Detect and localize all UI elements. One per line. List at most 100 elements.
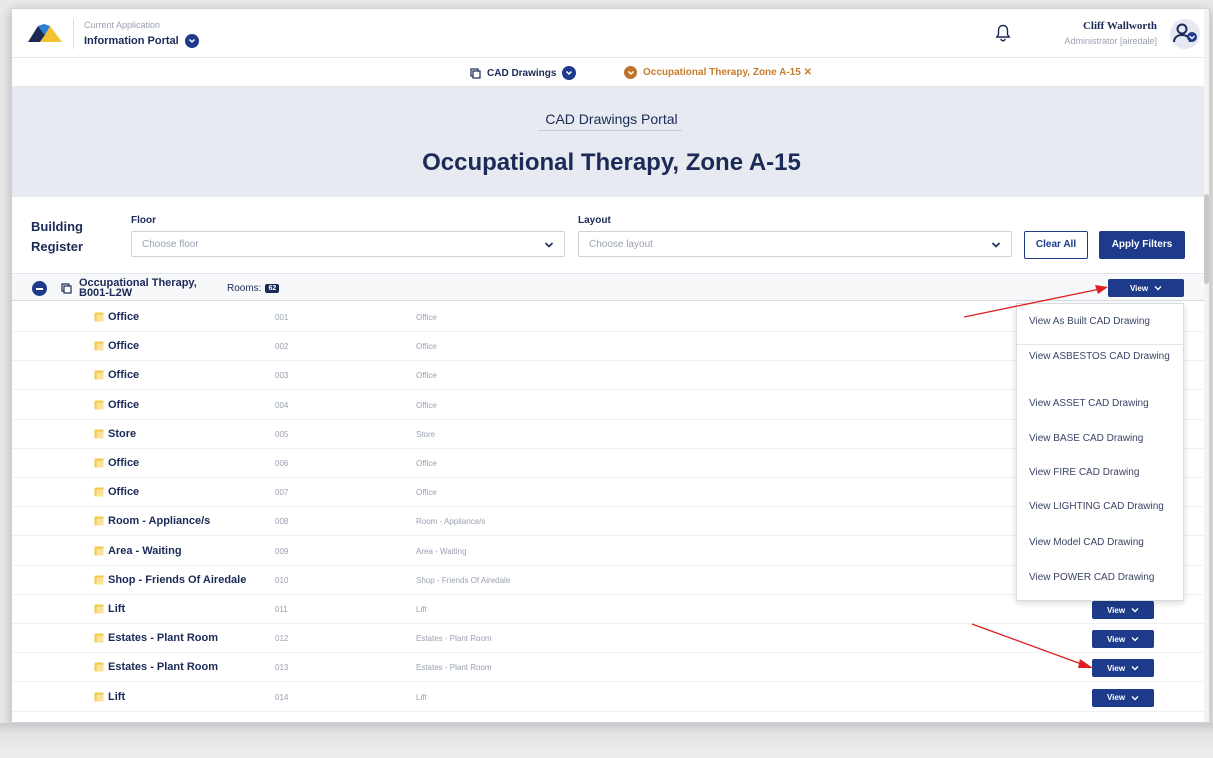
room-number: 013 (275, 663, 289, 673)
rooms-count: Rooms: 62 (227, 283, 280, 294)
room-icon (94, 458, 104, 468)
room-number: 003 (275, 371, 289, 381)
chevron-down-icon (544, 242, 554, 248)
notification-bell-icon[interactable] (995, 24, 1011, 42)
room-description: Estates - Plant Room (416, 634, 492, 644)
building-register-line1: Building (31, 219, 83, 234)
user-role: Administrator [airedale] (1064, 36, 1157, 46)
menu-divider (1017, 344, 1185, 345)
header-divider (73, 19, 74, 49)
menu-item-view-drawing[interactable]: View POWER CAD Drawing (1029, 570, 1179, 585)
vertical-scrollbar[interactable] (1204, 9, 1209, 722)
room-description: Room - Appliance/s (416, 517, 486, 527)
row-view-button[interactable]: View (1092, 659, 1154, 678)
room-description: Estates - Plant Room (416, 663, 492, 673)
room-number: 008 (275, 517, 289, 527)
breadcrumb-cad-drawings[interactable]: CAD Drawings (470, 66, 577, 80)
building-group-name[interactable]: Occupational Therapy, B001-L2W (79, 278, 219, 299)
layout-label: Layout (578, 215, 611, 226)
menu-item-view-drawing[interactable]: View LIGHTING CAD Drawing (1029, 499, 1179, 514)
table-row[interactable]: Lift 014 Lift View (12, 682, 1209, 712)
breadcrumb-current-zone[interactable]: Occupational Therapy, Zone A-15 ✕ (624, 66, 812, 79)
scrollbar-thumb[interactable] (1204, 194, 1209, 284)
breadcrumb-current-zone-label[interactable]: Occupational Therapy, Zone A-15 ✕ (643, 67, 812, 78)
room-icon (94, 312, 104, 322)
room-icon (94, 429, 104, 439)
room-icon (94, 487, 104, 497)
room-icon (94, 633, 104, 643)
row-view-button[interactable]: View (1092, 630, 1154, 649)
row-view-label: View (1106, 605, 1126, 615)
room-number: 004 (275, 400, 289, 410)
apply-filters-button[interactable]: Apply Filters (1099, 231, 1185, 259)
room-icon (94, 575, 104, 585)
menu-item-view-drawing[interactable]: View Model CAD Drawing (1029, 535, 1179, 550)
top-bar: Current Application Information Portal C… (12, 9, 1209, 58)
row-view-button[interactable]: View (1092, 601, 1154, 619)
room-name[interactable]: Shop - Friends Of Airedale (108, 574, 246, 586)
building-register-line2: Register (31, 239, 84, 254)
rooms-count-label: Rooms: (227, 283, 262, 294)
collapse-icon[interactable] (32, 281, 47, 296)
chevron-down-icon[interactable] (624, 66, 637, 79)
room-name[interactable]: Office (108, 399, 139, 411)
room-icon (94, 516, 104, 526)
chevron-down-icon[interactable] (184, 34, 199, 48)
page-title: Occupational Therapy, Zone A-15 (422, 149, 801, 176)
room-icon (94, 370, 104, 380)
row-view-label: View (1106, 663, 1126, 673)
chevron-down-icon (1131, 666, 1139, 671)
room-number: 001 (275, 313, 289, 322)
room-name[interactable]: Office (108, 311, 139, 323)
group-view-button[interactable]: View (1108, 279, 1184, 297)
application-switcher[interactable]: Information Portal (84, 34, 199, 48)
row-view-label: View (1106, 693, 1126, 703)
menu-item-view-drawing[interactable]: View ASSET CAD Drawing (1029, 396, 1179, 411)
layout-select[interactable]: Choose layout (578, 231, 1012, 257)
room-description: Office (416, 313, 437, 322)
breadcrumb: CAD Drawings Occupational Therapy, Zone … (12, 58, 1209, 87)
room-number: 006 (275, 459, 289, 468)
room-icon (94, 341, 104, 351)
app-window: Current Application Information Portal C… (11, 8, 1210, 723)
room-name[interactable]: Lift (108, 691, 125, 703)
room-description: Office (416, 342, 437, 352)
chevron-down-icon (991, 242, 1001, 248)
chevron-down-icon[interactable] (562, 66, 577, 80)
copy-icon (470, 67, 481, 79)
room-number: 007 (275, 488, 289, 498)
floor-select[interactable]: Choose floor (131, 231, 565, 257)
room-name[interactable]: Office (108, 457, 139, 469)
menu-item-view-drawing[interactable]: View BASE CAD Drawing (1029, 431, 1179, 446)
app-logo-icon[interactable] (28, 22, 62, 44)
breadcrumb-cad-drawings-label: CAD Drawings (487, 67, 557, 79)
menu-item-view-drawing[interactable]: View ASBESTOS CAD Drawing (1029, 349, 1179, 364)
clear-all-button[interactable]: Clear All (1024, 231, 1088, 259)
room-number: 009 (275, 546, 289, 556)
room-number: 002 (275, 342, 289, 352)
room-name[interactable]: Store (108, 428, 136, 440)
room-name[interactable]: Estates - Plant Room (108, 661, 218, 673)
room-name[interactable]: Office (108, 369, 139, 381)
row-view-button[interactable]: View (1092, 688, 1154, 707)
user-avatar-icon[interactable] (1170, 19, 1200, 49)
room-description: Shop - Friends Of Airedale (416, 575, 511, 585)
user-name: Cliff Wallworth (1082, 20, 1157, 32)
menu-item-view-drawing[interactable]: View FIRE CAD Drawing (1029, 465, 1179, 480)
portal-title-underline (538, 130, 682, 131)
room-name[interactable]: Lift (108, 603, 125, 615)
room-name[interactable]: Estates - Plant Room (108, 632, 218, 644)
view-dropdown-menu: View As Built CAD Drawing View ASBESTOS C… (1016, 303, 1185, 601)
rooms-count-badge: 62 (265, 284, 280, 293)
room-name[interactable]: Area - Waiting (108, 545, 182, 557)
room-name[interactable]: Room - Appliance/s (108, 515, 210, 527)
room-number: 011 (275, 605, 288, 614)
floor-label: Floor (131, 215, 156, 226)
room-name[interactable]: Office (108, 486, 139, 498)
copy-icon (61, 283, 72, 294)
room-description: Office (416, 400, 437, 410)
room-name[interactable]: Office (108, 340, 139, 352)
portal-title: CAD Drawings Portal (545, 111, 678, 127)
room-number: 014 (275, 692, 289, 702)
annotation-arrow-icon (971, 623, 1093, 668)
